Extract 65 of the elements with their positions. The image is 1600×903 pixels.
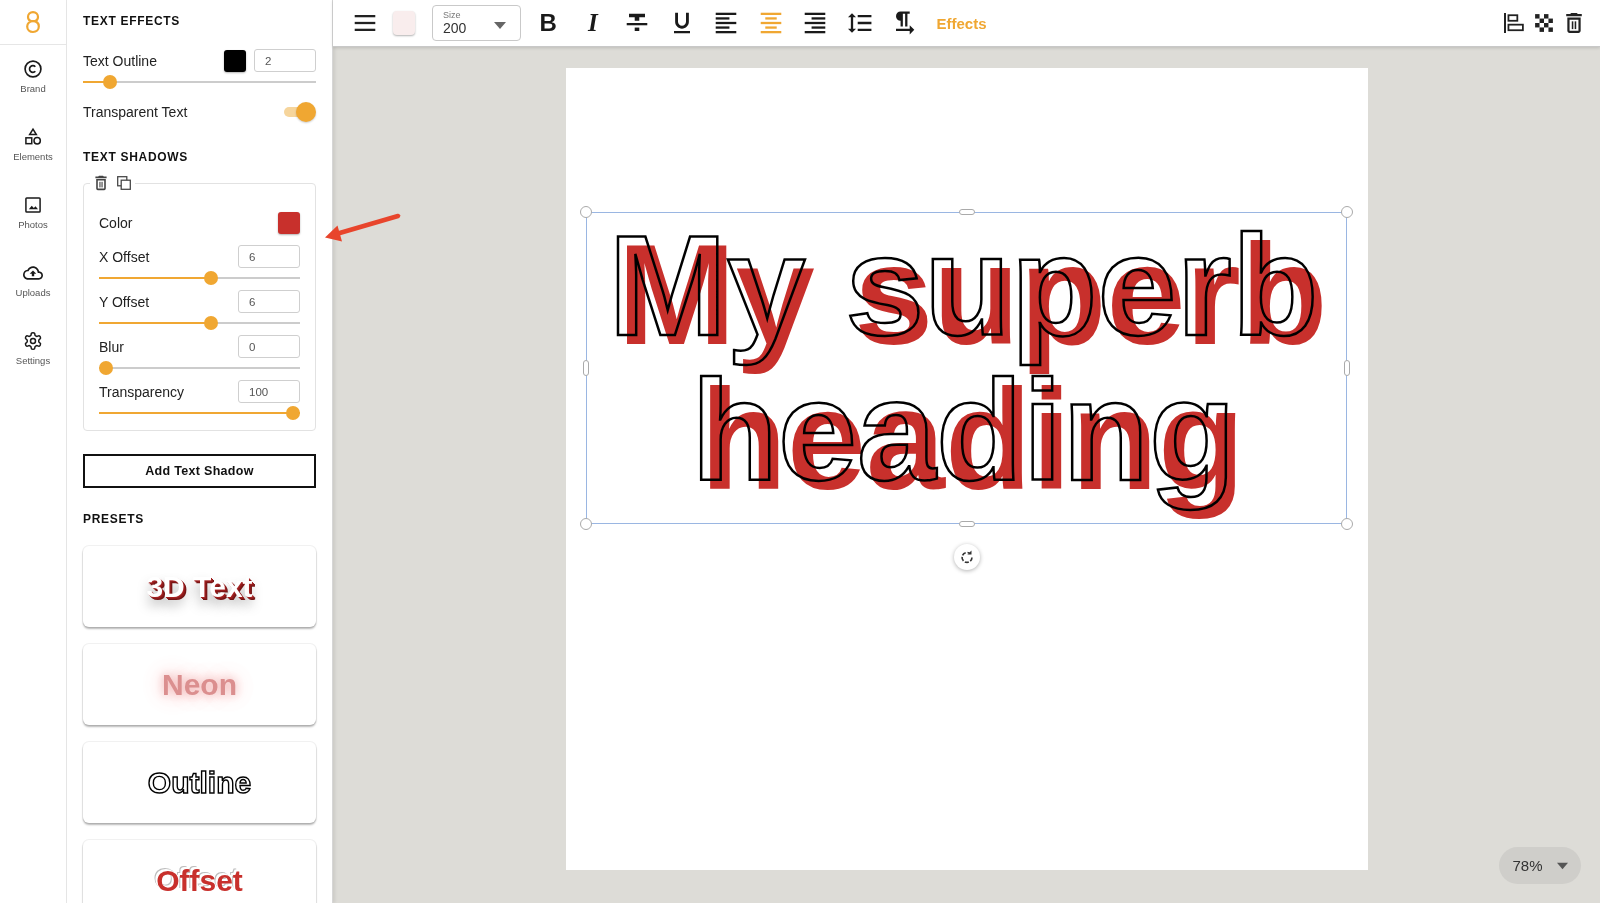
- field-label: Text Outline: [83, 52, 158, 69]
- resize-handle[interactable]: [1341, 206, 1353, 218]
- color-swatch[interactable]: [393, 11, 415, 35]
- section-heading: PRESETS: [83, 512, 145, 526]
- rotate-icon: [959, 550, 974, 564]
- resize-handle[interactable]: [580, 206, 592, 218]
- zoom-dropdown[interactable]: 78%: [1499, 847, 1581, 884]
- resize-handle[interactable]: [1344, 360, 1350, 376]
- resize-handle[interactable]: [580, 518, 592, 530]
- field-label: Transparency: [99, 383, 186, 400]
- size-dropdown[interactable]: Size 200: [432, 5, 521, 41]
- align-right-icon: [803, 11, 828, 35]
- rotate-handle[interactable]: [953, 544, 980, 570]
- resize-handle[interactable]: [958, 521, 975, 527]
- color-swatch[interactable]: [224, 49, 246, 72]
- toggle-switch[interactable]: [282, 102, 316, 122]
- preset-card[interactable]: Offset: [83, 840, 316, 903]
- slider-handle[interactable]: [203, 271, 218, 285]
- image-icon: [23, 195, 43, 215]
- resize-handle[interactable]: [583, 360, 589, 376]
- number-field[interactable]: 0: [238, 335, 300, 358]
- nav-item[interactable]: Photos: [0, 181, 66, 249]
- checkerboard-icon[interactable]: [1534, 12, 1554, 34]
- trash-icon[interactable]: [94, 175, 108, 191]
- logo-icon[interactable]: [25, 10, 41, 34]
- align-left-icon: [714, 11, 739, 35]
- preset-card[interactable]: 3D Text: [83, 546, 316, 627]
- copyright-icon: [23, 59, 43, 79]
- number-field[interactable]: 100: [238, 380, 300, 403]
- shapes-icon: [23, 127, 43, 147]
- line-spacing-icon: [847, 11, 872, 35]
- slider-handle[interactable]: [102, 75, 117, 89]
- caret-icon: [494, 21, 506, 30]
- color-swatch[interactable]: [278, 212, 300, 234]
- align-center-icon: [758, 11, 783, 35]
- number-field[interactable]: 6: [238, 290, 300, 313]
- section-heading: TEXT EFFECTS: [83, 14, 182, 28]
- nav-item[interactable]: Uploads: [0, 249, 66, 317]
- add-shadow-button[interactable]: Add Text Shadow: [83, 454, 316, 488]
- number-field[interactable]: 2: [254, 49, 316, 72]
- nav-item[interactable]: Elements: [0, 113, 66, 181]
- slider-handle[interactable]: [99, 361, 113, 375]
- resize-handle[interactable]: [1341, 518, 1353, 530]
- trash-icon[interactable]: [1564, 12, 1584, 34]
- nav-item[interactable]: Brand: [0, 45, 66, 113]
- cloud-upload-icon: [23, 263, 43, 283]
- nav-item[interactable]: Settings: [0, 317, 66, 385]
- slider-handle[interactable]: [203, 316, 218, 330]
- number-field[interactable]: 6: [238, 245, 300, 268]
- resize-handle[interactable]: [958, 209, 975, 215]
- align-objects-icon[interactable]: [1504, 12, 1524, 34]
- settings-icon: [23, 331, 43, 351]
- field-label: Y Offset: [99, 293, 151, 310]
- field-label: Transparent Text: [83, 104, 189, 120]
- field-label: Color: [99, 215, 134, 231]
- duplicate-icon[interactable]: [117, 175, 131, 191]
- bold-button[interactable]: B: [526, 5, 571, 41]
- menu-icon: [354, 15, 376, 31]
- italic-button[interactable]: I: [570, 5, 615, 41]
- preset-card[interactable]: Outline: [83, 742, 316, 823]
- slider-handle[interactable]: [286, 406, 300, 420]
- caret-icon: [1556, 861, 1568, 870]
- field-label: Blur: [99, 338, 125, 355]
- section-heading: TEXT SHADOWS: [83, 150, 190, 164]
- field-label: X Offset: [99, 248, 151, 265]
